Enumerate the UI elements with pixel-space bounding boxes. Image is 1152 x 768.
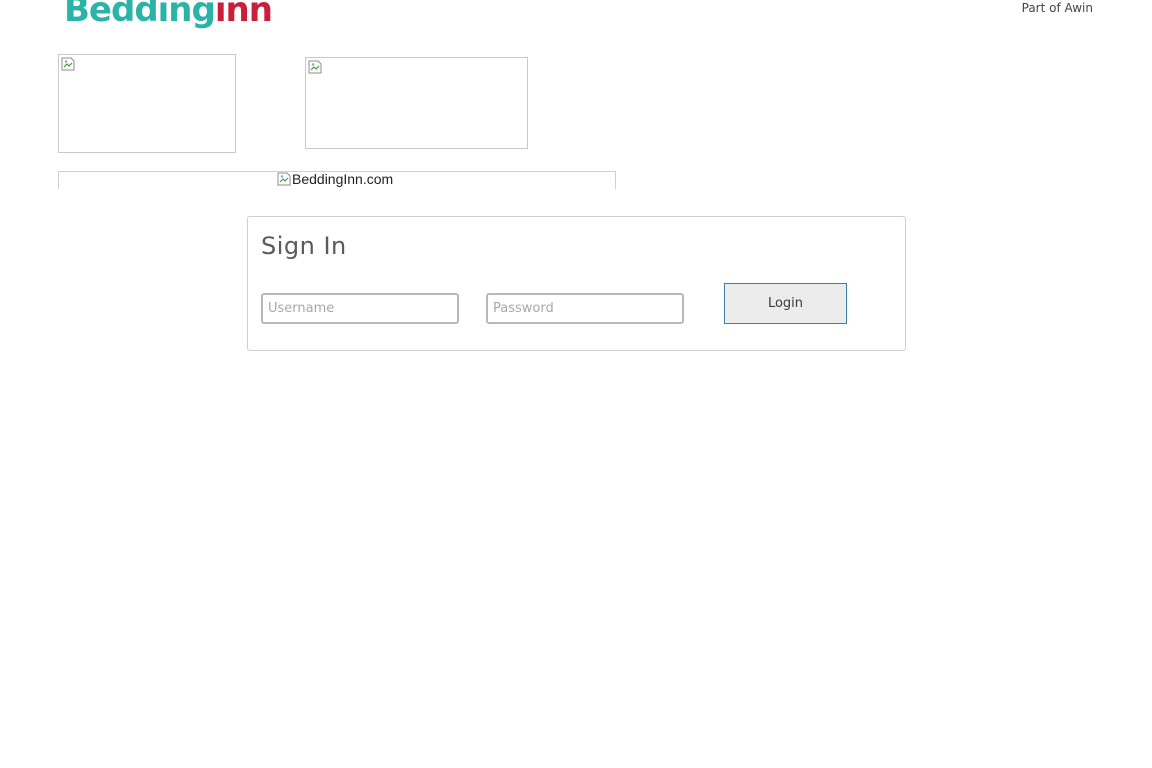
bedding-inn-logo[interactable]: Beddinginn: [64, 0, 273, 32]
broken-image-left: [58, 54, 236, 153]
banner-alt-text: BeddingInn.com: [292, 171, 394, 187]
login-button[interactable]: Login: [724, 283, 847, 324]
awin-tagline: Part of Awin: [1021, 1, 1093, 15]
username-input[interactable]: [261, 293, 459, 324]
broken-image-icon: [61, 57, 75, 71]
broken-image-icon: [277, 172, 291, 186]
logo-text-inn: inn: [214, 0, 273, 30]
broken-image-right: [305, 57, 528, 149]
sign-in-panel: Sign In Login: [247, 216, 906, 351]
logo-text-bedding: Bedding: [64, 0, 216, 30]
banner-image: BeddingInn.com: [277, 171, 393, 187]
password-input[interactable]: [486, 293, 684, 324]
page: Beddinginn Part of Awin BeddingInn.com S…: [0, 0, 1152, 768]
sign-in-title: Sign In: [261, 232, 347, 260]
broken-image-icon: [308, 60, 322, 74]
